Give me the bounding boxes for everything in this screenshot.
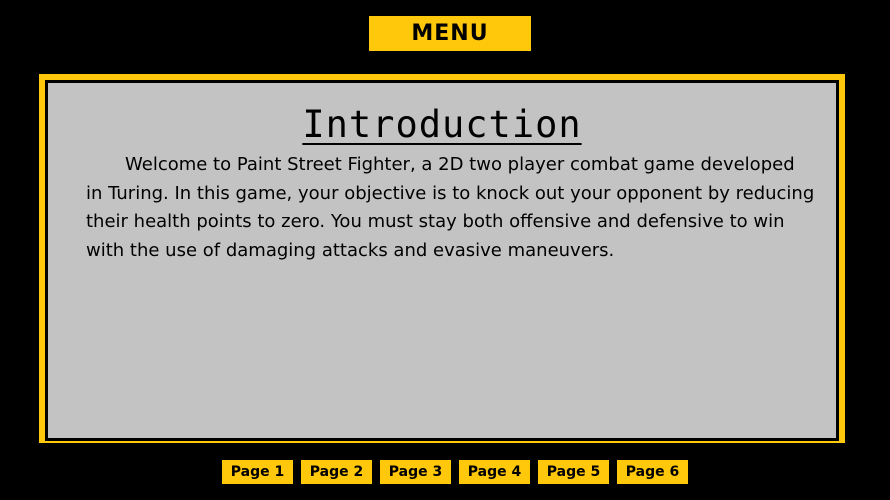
- page-4-label: Page 4: [467, 464, 522, 480]
- page-3-label: Page 3: [388, 464, 443, 480]
- menu-button[interactable]: MENU: [369, 16, 531, 51]
- page-6-button[interactable]: Page 6: [617, 460, 688, 484]
- page-4-button[interactable]: Page 4: [459, 460, 530, 484]
- content-frame: Introduction Welcome to Paint Street Fig…: [39, 74, 845, 443]
- page-1-button[interactable]: Page 1: [222, 460, 293, 484]
- page-2-label: Page 2: [309, 464, 364, 480]
- intro-text: Welcome to Paint Street Fighter, a 2D tw…: [86, 154, 815, 261]
- page-5-label: Page 5: [546, 464, 601, 480]
- page-2-button[interactable]: Page 2: [301, 460, 372, 484]
- page-6-label: Page 6: [625, 464, 680, 480]
- page-title: Introduction: [302, 103, 582, 146]
- page-navigation: Page 1 Page 2 Page 3 Page 4 Page 5 Page …: [222, 460, 688, 484]
- page-5-button[interactable]: Page 5: [538, 460, 609, 484]
- content-panel: Introduction Welcome to Paint Street Fig…: [45, 80, 839, 441]
- page-3-button[interactable]: Page 3: [380, 460, 451, 484]
- menu-button-label: MENU: [411, 21, 489, 46]
- page-1-label: Page 1: [230, 464, 285, 480]
